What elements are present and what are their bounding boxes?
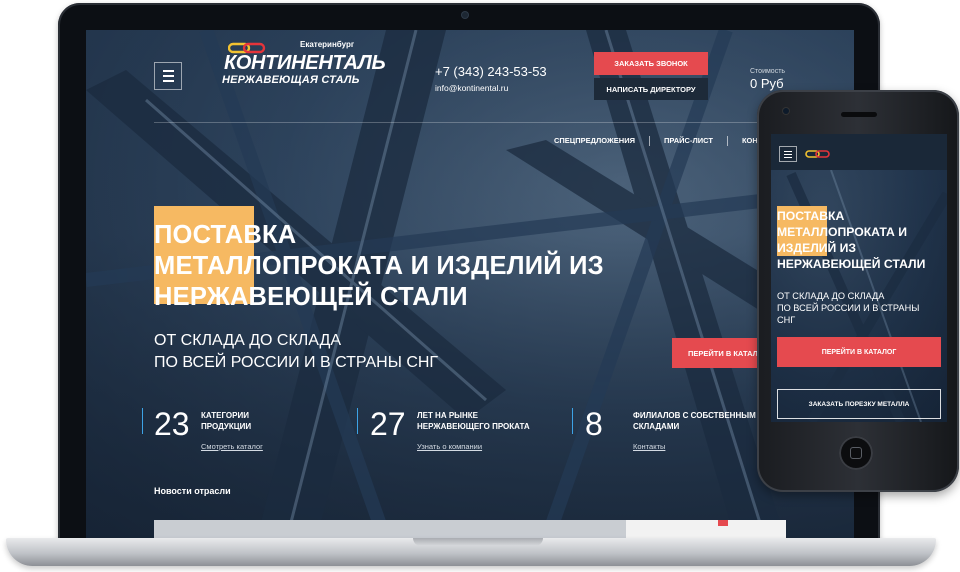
hero-subtitle-line: ОТ СКЛАДА ДО СКЛАДА [777,291,885,301]
phone-home-button [839,436,873,470]
write-director-button[interactable]: НАПИСАТЬ ДИРЕКТОРУ [594,78,708,100]
laptop-camera [462,12,468,18]
header-email[interactable]: info@kontinental.ru [435,83,508,93]
smartphone-frame: ПОСТАВКА МЕТАЛЛОПРОКАТА И ИЗДЕЛИЙ ИЗ НЕР… [757,90,959,492]
nav-item-contacts[interactable]: КОН [742,136,758,146]
hero-title-line: НЕРЖАВЕЮЩЕЙ СТАЛИ [154,283,468,311]
background-steel-girders [786,169,947,422]
cart-cost-label: Стоимость [750,68,786,75]
stat-number: 23 [154,406,190,442]
site-logo[interactable]: Екатеринбург КОНТИНЕНТАЛЬ НЕРЖАВЕЮЩАЯ СТ… [222,40,399,92]
mobile-go-to-catalog-button[interactable]: ПЕРЕЙТИ В КАТАЛОГ [777,337,941,367]
nav-item-specials[interactable]: СПЕЦПРЕДЛОЖЕНИЯ [554,136,635,146]
nav-separator [726,136,728,146]
chain-logo-icon[interactable] [805,150,831,158]
stat-number: 27 [370,406,406,442]
hero-subtitle-line: ОТ СКЛАДА ДО СКЛАДА [154,332,342,349]
hero-title-line: ИЗДЕЛИЙ ИЗ [777,241,857,255]
news-card-accent [718,520,728,526]
laptop-base-notch [413,538,543,546]
mobile-header [771,134,947,170]
phone-camera [783,108,789,114]
laptop-screen: Екатеринбург КОНТИНЕНТАЛЬ НЕРЖАВЕЮЩАЯ СТ… [86,30,854,542]
stat-label: ЛЕТ НА РЫНКЕ НЕРЖАВЕЮЩЕГО ПРОКАТА [417,411,530,431]
stat-label: КАТЕГОРИИ ПРОДУКЦИИ [201,411,252,431]
hero-title-line: МЕТАЛЛОПРОКАТА И ИЗДЕЛИЙ ИЗ [154,252,604,280]
stat-bar [357,408,358,434]
order-call-button[interactable]: ЗАКАЗАТЬ ЗВОНОК [594,52,708,75]
nav-separator [649,136,651,146]
stat-bar [572,408,573,434]
news-section-title: Новости отрасли [154,486,231,496]
nav-item-price-list[interactable]: ПРАЙС-ЛИСТ [664,136,713,146]
mobile-order-cutting-button[interactable]: ЗАКАЗАТЬ ПОРЕЗКУ МЕТАЛЛА [777,389,941,419]
mobile-hero-title: ПОСТАВКА МЕТАЛЛОПРОКАТА И ИЗДЕЛИЙ ИЗ НЕР… [777,208,925,272]
logo-sub-text: НЕРЖАВЕЮЩАЯ СТАЛЬ [222,74,360,86]
hero-title-line: НЕРЖАВЕЮЩЕЙ СТАЛИ [777,257,926,271]
stat-link-about[interactable]: Узнать о компании [417,442,482,451]
hero-title-line: ПОСТАВКА [154,221,297,249]
hero-title-line: ПОСТАВКА [777,209,845,223]
hero-subtitle-line: ПО ВСЕЙ РОССИИ И В СТРАНЫ СНГ [154,354,439,371]
logo-city: Екатеринбург [300,40,355,49]
hero-title-line: МЕТАЛЛОПРОКАТА И [777,225,907,239]
hero-title: ПОСТАВКА МЕТАЛЛОПРОКАТА И ИЗДЕЛИЙ ИЗ НЕР… [154,220,714,313]
stat-label: ФИЛИАЛОВ С СОБСТВЕННЫМ СКЛАДАМИ [633,411,756,431]
phone-screen: ПОСТАВКА МЕТАЛЛОПРОКАТА И ИЗДЕЛИЙ ИЗ НЕР… [771,134,947,422]
hero-subtitle-line: ПО ВСЕЙ РОССИИ И В СТРАНЫ [777,303,920,313]
logo-main-text: КОНТИНЕНТАЛЬ [224,52,386,74]
top-nav: СПЕЦПРЕДЛОЖЕНИЯ ПРАЙС-ЛИСТ КОН [554,136,758,146]
hero-subtitle: ОТ СКЛАДА ДО СКЛАДА ПО ВСЕЙ РОССИИ И В С… [154,330,438,374]
hamburger-menu-icon[interactable] [779,146,797,162]
phone-speaker [841,112,877,117]
mobile-hero-subtitle: ОТ СКЛАДА ДО СКЛАДА ПО ВСЕЙ РОССИИ И В С… [777,290,919,326]
stat-bar [142,408,143,434]
stat-link-catalog[interactable]: Смотреть каталог [201,442,263,451]
hamburger-menu-icon[interactable] [154,62,182,90]
cart-cost-value[interactable]: 0 Руб [750,76,784,91]
header-phone[interactable]: +7 (343) 243-53-53 [435,64,547,79]
stat-link-contacts[interactable]: Контакты [633,442,665,451]
hero-subtitle-line: СНГ [777,315,796,325]
stat-number: 8 [585,406,603,442]
header-divider [154,122,854,123]
